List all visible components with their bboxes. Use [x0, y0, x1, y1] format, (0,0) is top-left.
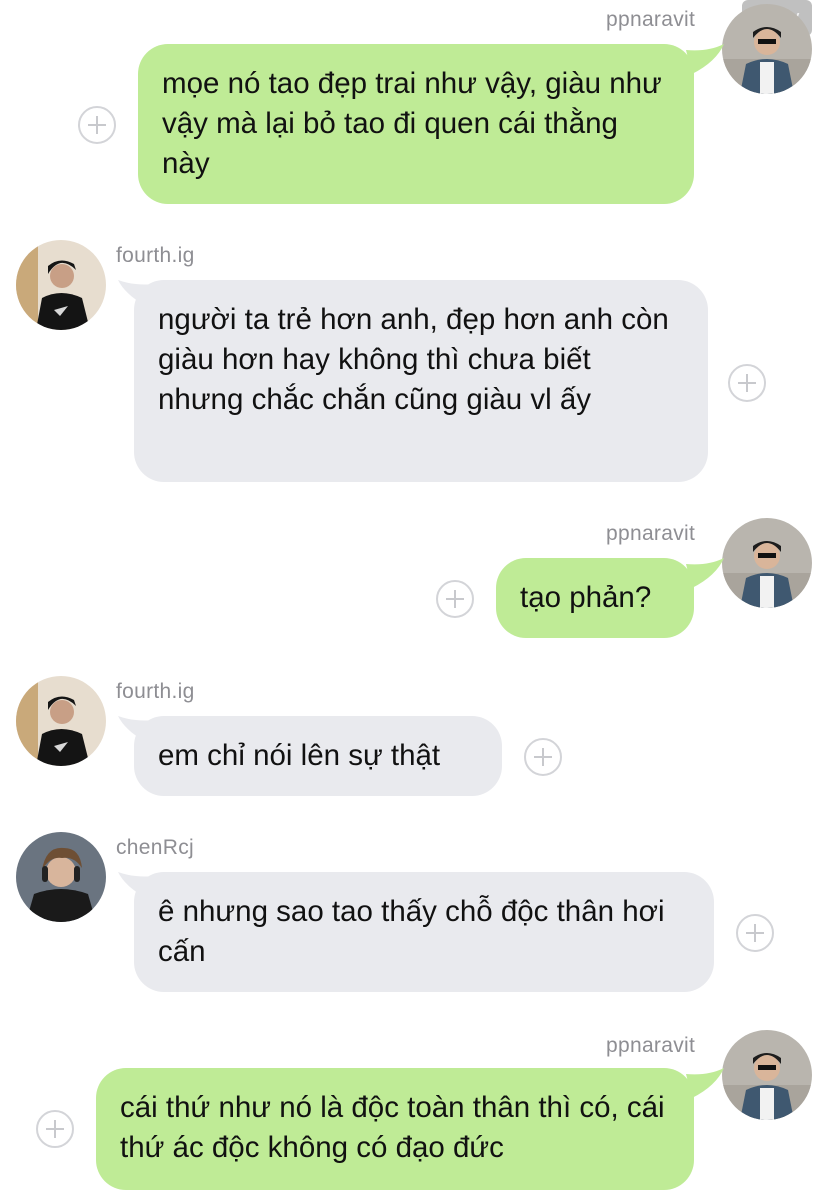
add-reaction-button[interactable] [524, 738, 562, 776]
message-bubble[interactable]: người ta trẻ hơn anh, đẹp hơn anh còn gi… [134, 280, 708, 482]
add-reaction-button[interactable] [36, 1110, 74, 1148]
message-bubble[interactable]: cái thứ như nó là độc toàn thân thì có, … [96, 1068, 694, 1190]
avatar-photo-icon [722, 4, 812, 94]
avatar-fourth-ig[interactable] [16, 676, 106, 766]
avatar-ppnaravit[interactable] [722, 4, 812, 94]
message-text: người ta trẻ hơn anh, đẹp hơn anh còn gi… [158, 303, 669, 416]
add-reaction-button[interactable] [728, 364, 766, 402]
avatar-chenrcj[interactable] [16, 832, 106, 922]
add-reaction-button[interactable] [78, 106, 116, 144]
bubble-tail [686, 44, 724, 74]
avatar-ppnaravit[interactable] [722, 518, 812, 608]
avatar-photo-icon [16, 240, 106, 330]
avatar-ppnaravit[interactable] [722, 1030, 812, 1120]
message-bubble[interactable]: em chỉ nói lên sự thật [134, 716, 502, 796]
message-bubble[interactable]: tạo phản? [496, 558, 694, 638]
add-reaction-button[interactable] [736, 914, 774, 952]
message-text: cái thứ như nó là độc toàn thân thì có, … [120, 1091, 665, 1164]
message-text: mọe nó tao đẹp trai như vậy, giàu như vậ… [162, 67, 662, 180]
message-text: em chỉ nói lên sự thật [158, 739, 441, 772]
add-reaction-button[interactable] [436, 580, 474, 618]
message-bubble[interactable]: ê nhưng sao tao thấy chỗ độc thân hơi cấ… [134, 872, 714, 992]
avatar-photo-icon [16, 832, 106, 922]
message-text: tạo phản? [520, 581, 652, 614]
sender-name: fourth.ig [116, 244, 195, 267]
sender-name: ppnaravit [606, 1034, 696, 1057]
sender-name: fourth.ig [116, 680, 195, 703]
sender-name: ppnaravit [606, 8, 696, 31]
message-bubble[interactable]: mọe nó tao đẹp trai như vậy, giàu như vậ… [138, 44, 694, 204]
avatar-fourth-ig[interactable] [16, 240, 106, 330]
bubble-tail [686, 1068, 724, 1098]
avatar-photo-icon [722, 518, 812, 608]
sender-name: chenRcj [116, 836, 194, 859]
sender-name: ppnaravit [606, 522, 696, 545]
bubble-tail [686, 558, 724, 588]
avatar-photo-icon [16, 676, 106, 766]
message-text: ê nhưng sao tao thấy chỗ độc thân hơi cấ… [158, 895, 665, 968]
avatar-photo-icon [722, 1030, 812, 1120]
